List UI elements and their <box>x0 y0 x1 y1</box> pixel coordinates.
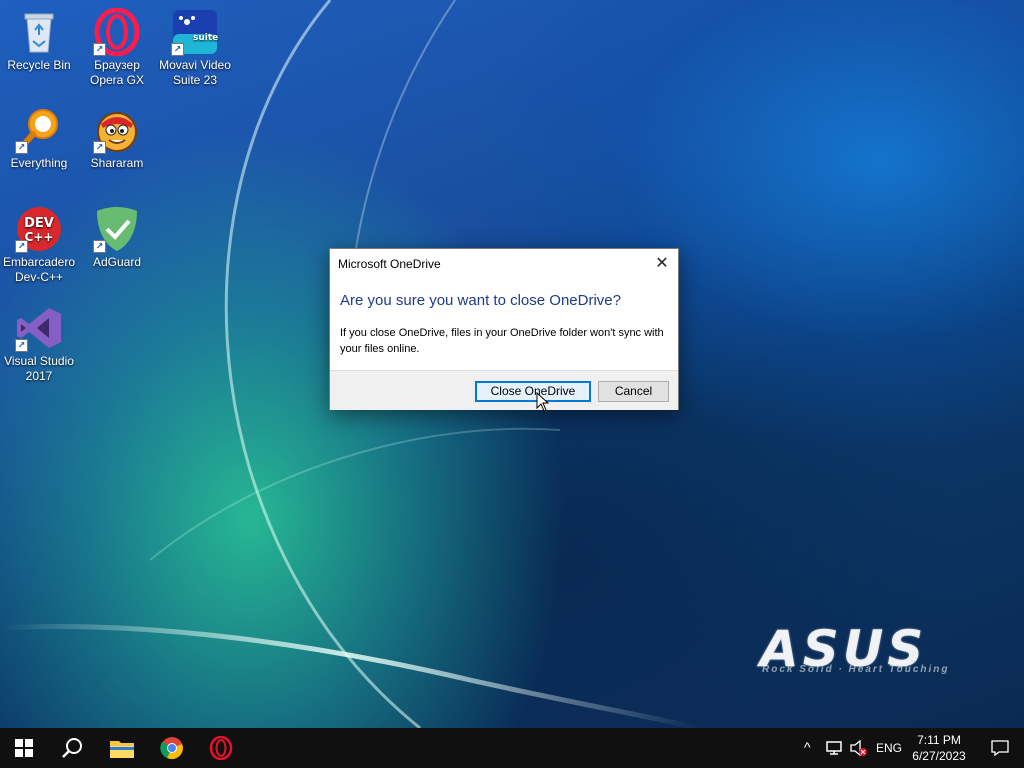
clock-date: 6/27/2023 <box>912 749 966 763</box>
shortcut-arrow-icon: ↗ <box>15 240 28 253</box>
search-icon <box>62 738 82 758</box>
taskbar-file-explorer[interactable] <box>98 728 146 768</box>
desktop-icon-recycle-bin[interactable]: Recycle Bin <box>0 8 78 73</box>
language-indicator[interactable]: ENG <box>876 741 902 755</box>
shortcut-arrow-icon: ↗ <box>93 141 106 154</box>
movavi-badge: suite <box>193 33 218 43</box>
windows-start-icon <box>15 739 33 757</box>
mouse-cursor-icon <box>536 392 550 412</box>
dialog-title: Microsoft OneDrive <box>338 257 441 271</box>
taskbar-opera[interactable] <box>197 728 245 768</box>
desktop-icon-adguard[interactable]: ↗ AdGuard <box>78 205 156 270</box>
shortcut-arrow-icon: ↗ <box>15 141 28 154</box>
close-onedrive-button[interactable]: Close OneDrive <box>475 381 591 402</box>
notification-icon <box>991 740 1009 756</box>
search-button[interactable] <box>48 728 96 768</box>
visual-studio-icon: ↗ <box>15 304 63 352</box>
shortcut-arrow-icon: ↗ <box>93 43 106 56</box>
desktop-icon-visual-studio[interactable]: ↗ Visual Studio 2017 <box>0 304 78 384</box>
network-icon[interactable] <box>826 740 844 756</box>
start-button[interactable] <box>0 728 48 768</box>
desktop-icon-opera-gx[interactable]: ↗ Браузер Opera GX <box>78 7 156 88</box>
devcpp-icon: DEV C++ ↗ <box>15 205 63 253</box>
desktop-icon-label: Embarcadero Dev-C++ <box>2 255 76 284</box>
shortcut-arrow-icon: ↗ <box>93 240 106 253</box>
desktop-icon-label: Visual Studio 2017 <box>4 354 74 383</box>
desktop-icon-movavi[interactable]: suite ↗ Movavi Video Suite 23 <box>156 8 234 88</box>
desktop-icon-label: AdGuard <box>92 255 142 269</box>
dialog-message: If you close OneDrive, files in your One… <box>340 327 664 355</box>
desktop-icon-label: Everything <box>10 156 68 170</box>
recycle-bin-icon <box>15 8 63 56</box>
desktop-icon-shararam[interactable]: ↗ Shararam <box>78 106 156 171</box>
svg-text:C++: C++ <box>25 230 54 244</box>
shortcut-arrow-icon: ↗ <box>15 339 28 352</box>
desktop-icon-label: Movavi Video Suite 23 <box>159 58 231 87</box>
dialog-footer: Close OneDrive Cancel <box>330 370 678 410</box>
movavi-icon: suite ↗ <box>171 8 219 56</box>
desktop-icon-devcpp[interactable]: DEV C++ ↗ Embarcadero Dev-C++ <box>0 205 78 285</box>
opera-gx-icon: ↗ <box>93 7 141 57</box>
desktop-icon-label: Браузер Opera GX <box>89 58 145 87</box>
action-center-button[interactable] <box>976 728 1024 768</box>
close-icon: ✕ <box>655 255 669 272</box>
everything-search-icon: ↗ <box>15 106 63 154</box>
dialog-heading: Are you sure you want to close OneDrive? <box>340 292 621 309</box>
shararam-icon: ↗ <box>93 106 141 154</box>
file-explorer-icon <box>110 741 134 758</box>
asus-tagline: Rock Solid · Heart Touching <box>762 664 950 675</box>
desktop-icon-label: Recycle Bin <box>7 58 71 72</box>
dialog-close-button[interactable]: ✕ <box>646 249 678 279</box>
shortcut-arrow-icon: ↗ <box>171 43 184 56</box>
opera-icon <box>209 736 233 760</box>
tray-overflow-chevron[interactable]: ^ <box>804 739 811 755</box>
chrome-icon <box>160 737 183 760</box>
desktop-icon-everything[interactable]: ↗ Everything <box>0 106 78 171</box>
system-clock[interactable]: 7:11 PM 6/27/2023 <box>906 732 972 764</box>
taskbar: ^ ENG 7:11 PM 6/27/2023 <box>0 728 1024 768</box>
onedrive-close-dialog: Microsoft OneDrive ✕ Are you sure you wa… <box>329 248 679 410</box>
volume-muted-icon[interactable] <box>850 740 868 756</box>
cancel-button[interactable]: Cancel <box>598 381 669 402</box>
desktop-icon-label: Shararam <box>90 156 144 170</box>
svg-text:DEV: DEV <box>24 216 54 231</box>
taskbar-chrome[interactable] <box>148 728 196 768</box>
dialog-titlebar[interactable]: Microsoft OneDrive ✕ <box>330 249 678 279</box>
adguard-icon: ↗ <box>93 205 141 253</box>
clock-time: 7:11 PM <box>917 733 961 747</box>
